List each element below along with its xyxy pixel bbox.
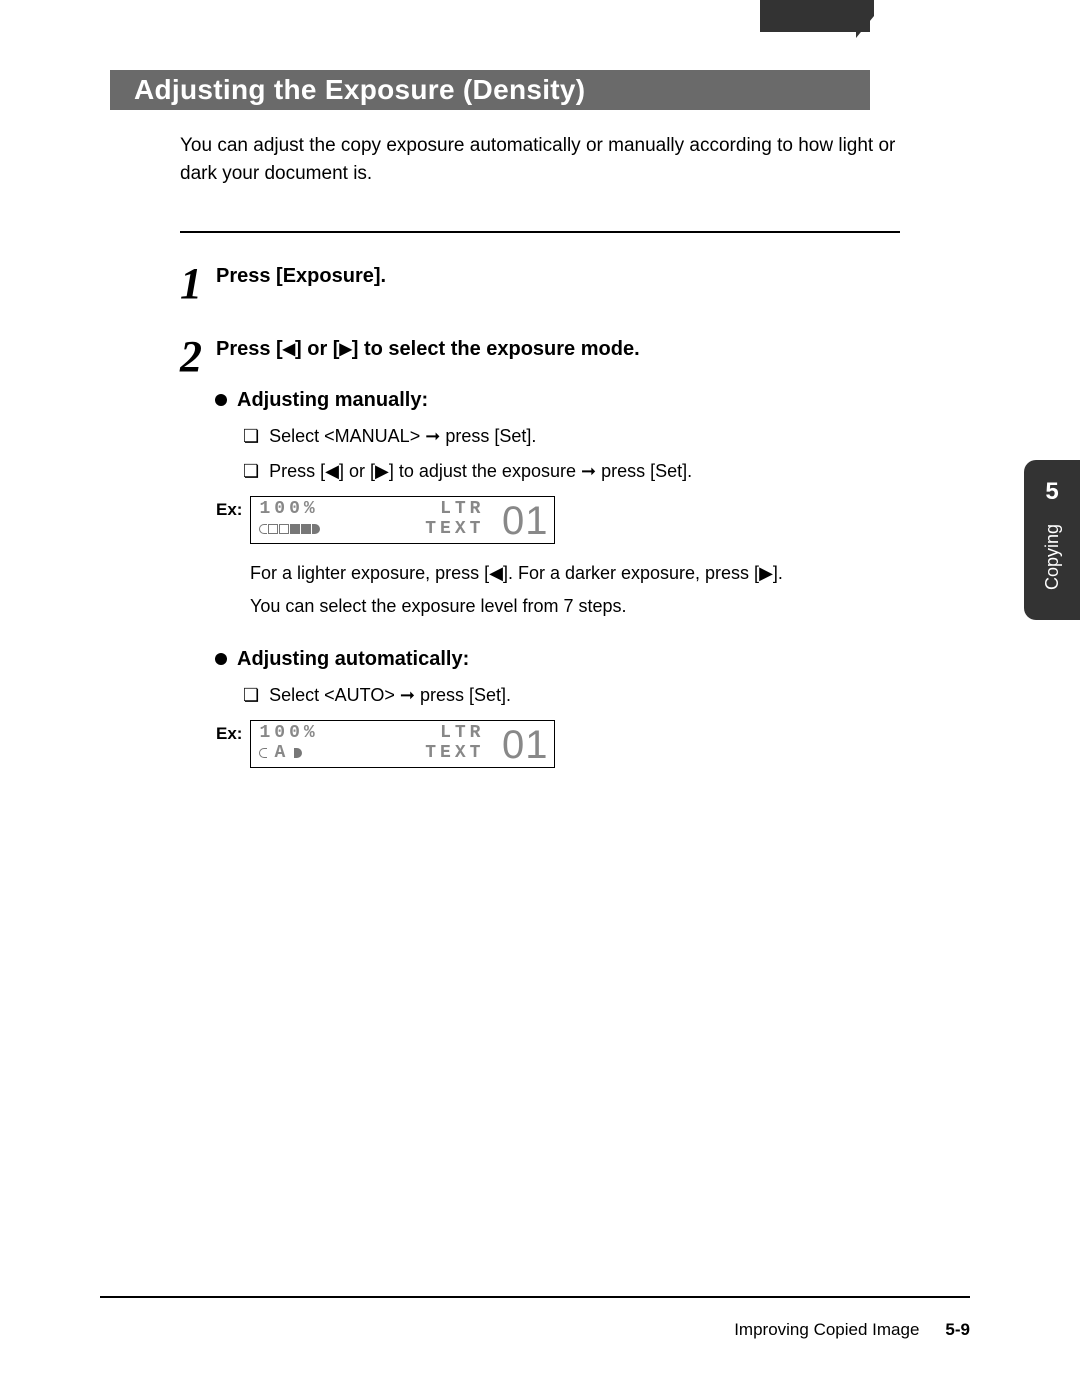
exposure-slider <box>259 519 320 539</box>
auto-line-1: ❏ Select <AUTO> ➞ press [Set]. <box>243 685 1000 706</box>
auto-heading: Adjusting automatically: <box>237 648 469 671</box>
page-footer: Improving Copied Image 5-9 <box>100 1296 970 1340</box>
right-arrow-icon: ➞ <box>425 426 440 446</box>
lcd-zoom: 100% <box>259 499 318 519</box>
text: Select <MANUAL> <box>269 426 425 446</box>
banner-arrow-head <box>856 0 874 38</box>
lcd-zoom: 100% <box>259 723 318 743</box>
step2-text-post: ] to select the exposure mode. <box>352 338 640 360</box>
lcd-auto-indicator: A <box>274 743 287 763</box>
step-title: Press [◀] or [▶] to select the exposure … <box>216 338 640 361</box>
checkbox-bullet-icon: ❏ <box>243 426 259 447</box>
checkbox-bullet-icon: ❏ <box>243 685 259 706</box>
left-triangle-icon: ◀ <box>283 341 295 358</box>
auto-section: Adjusting automatically: ❏ Select <AUTO>… <box>215 648 1000 706</box>
step-1: 1 Press [Exposure]. <box>180 261 1000 300</box>
checkbox-bullet-icon: ❏ <box>243 461 259 482</box>
text: ]. For a darker exposure, press [ <box>503 563 759 583</box>
lcd-display: 100% LTR TEXT 01 <box>250 496 555 544</box>
horizontal-rule <box>180 231 900 233</box>
chapter-number: 5 <box>1045 478 1058 506</box>
lcd-display: 100% LTR A TEXT 01 <box>250 720 555 768</box>
example-label: Ex: <box>216 500 242 520</box>
right-arrow-icon: ➞ <box>581 461 596 481</box>
manual-line-2: ❏ Press [◀] or [▶] to adjust the exposur… <box>243 461 1000 482</box>
lcd-mode: TEXT <box>425 743 484 763</box>
step2-text-mid: ] or [ <box>295 338 339 360</box>
text: press [Set]. <box>440 426 536 446</box>
manual-tip-2: You can select the exposure level from 7… <box>250 593 870 620</box>
section-title: Adjusting the Exposure (Density) <box>134 74 585 106</box>
lcd-example-auto: Ex: 100% LTR A TEXT 01 <box>216 720 1000 768</box>
step-number: 2 <box>180 342 202 373</box>
footer-section-name: Improving Copied Image <box>734 1320 919 1340</box>
text: Select <AUTO> <box>269 685 400 705</box>
step2-text-pre: Press [ <box>216 338 283 360</box>
text: press [Set]. <box>596 461 692 481</box>
left-triangle-icon: ◀ <box>325 461 339 481</box>
step-number: 1 <box>180 269 202 300</box>
bullet-dot-icon <box>215 653 227 665</box>
section-banner: Adjusting the Exposure (Density) <box>110 70 870 110</box>
right-triangle-icon: ▶ <box>759 563 773 583</box>
intro-paragraph: You can adjust the copy exposure automat… <box>180 132 900 187</box>
text: For a lighter exposure, press [ <box>250 563 489 583</box>
text: ]. <box>773 563 783 583</box>
right-arrow-icon: ➞ <box>400 685 415 705</box>
right-triangle-icon: ▶ <box>375 461 389 481</box>
manual-heading: Adjusting manually: <box>237 389 428 412</box>
text: Press [ <box>269 461 325 481</box>
right-triangle-icon: ▶ <box>339 341 351 358</box>
manual-line-1: ❏ Select <MANUAL> ➞ press [Set]. <box>243 426 1000 447</box>
manual-section: Adjusting manually: ❏ Select <MANUAL> ➞ … <box>215 389 1000 482</box>
banner-arrow-body <box>760 0 870 32</box>
footer-rule <box>100 1296 970 1298</box>
chapter-tab: 5 Copying <box>1024 460 1080 620</box>
manual-tip-1: For a lighter exposure, press [◀]. For a… <box>250 560 870 587</box>
step-2: 2 Press [◀] or [▶] to select the exposur… <box>180 334 1000 373</box>
lcd-copies: 01 <box>502 497 549 545</box>
text: ] to adjust the exposure <box>389 461 581 481</box>
chapter-label: Copying <box>1042 524 1063 590</box>
lcd-mode: TEXT <box>425 519 484 539</box>
text: press [Set]. <box>415 685 511 705</box>
lcd-paper: LTR <box>440 499 484 519</box>
text: ] or [ <box>339 461 375 481</box>
exposure-slider-auto: A <box>259 743 302 763</box>
left-triangle-icon: ◀ <box>489 563 503 583</box>
example-label: Ex: <box>216 724 242 744</box>
footer-page-number: 5-9 <box>945 1320 970 1340</box>
bullet-dot-icon <box>215 394 227 406</box>
step-title: Press [Exposure]. <box>216 265 386 288</box>
lcd-paper: LTR <box>440 723 484 743</box>
lcd-example-manual: Ex: 100% LTR TEXT 01 <box>216 496 1000 544</box>
lcd-copies: 01 <box>502 721 549 769</box>
